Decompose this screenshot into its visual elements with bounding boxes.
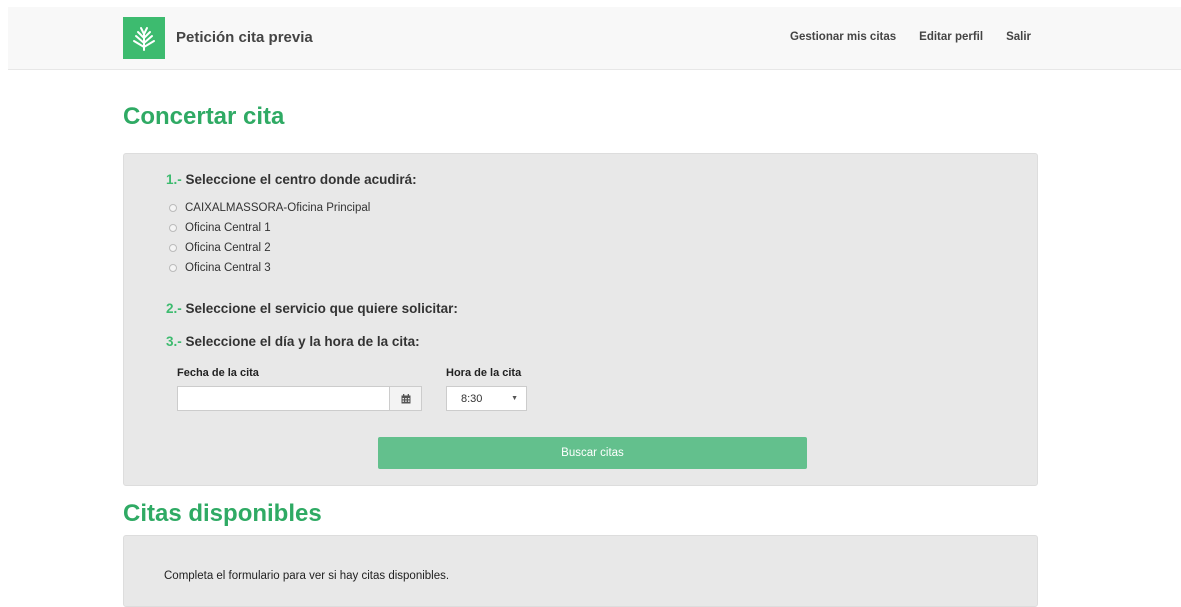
calendar-icon: [401, 393, 410, 403]
center-option[interactable]: CAIXALMASSORA-Oficina Principal: [169, 198, 370, 218]
radio-button[interactable]: [169, 244, 177, 252]
step-3-number: 3.-: [166, 334, 182, 349]
center-option[interactable]: Oficina Central 3: [169, 258, 370, 278]
nav-logout[interactable]: Salir: [1006, 31, 1031, 43]
step-2-label: Seleccione el servicio que quiere solici…: [185, 301, 458, 316]
results-message: Completa el formulario para ver si hay c…: [164, 570, 450, 582]
calendar-button[interactable]: [390, 386, 422, 411]
step-1-number: 1.-: [166, 172, 182, 187]
step-1-heading: 1.- Seleccione el centro donde acudirá:: [166, 172, 417, 187]
step-3-heading: 3.- Seleccione el día y la hora de la ci…: [166, 334, 420, 349]
radio-button[interactable]: [169, 204, 177, 212]
nav-links: Gestionar mis citas Editar perfil Salir: [767, 31, 1031, 43]
center-option-label[interactable]: CAIXALMASSORA-Oficina Principal: [185, 202, 370, 214]
step-2-number: 2.-: [166, 301, 182, 316]
time-select[interactable]: 8:30 ▼: [446, 386, 527, 411]
center-radio-group: CAIXALMASSORA-Oficina Principal Oficina …: [169, 198, 370, 278]
nav-manage-appointments[interactable]: Gestionar mis citas: [790, 31, 896, 43]
nav-edit-profile[interactable]: Editar perfil: [919, 31, 983, 43]
center-option-label[interactable]: Oficina Central 3: [185, 262, 271, 274]
center-option-label[interactable]: Oficina Central 1: [185, 222, 271, 234]
search-appointments-button[interactable]: Buscar citas: [378, 437, 807, 469]
app-title[interactable]: Petición cita previa: [176, 29, 313, 46]
time-select-value: 8:30: [461, 392, 483, 405]
appointment-form-panel: 1.- Seleccione el centro donde acudirá: …: [123, 153, 1038, 486]
chevron-down-icon: ▼: [511, 395, 518, 402]
step-2-heading: 2.- Seleccione el servicio que quiere so…: [166, 301, 458, 316]
step-1-label: Seleccione el centro donde acudirá:: [185, 172, 417, 187]
date-label: Fecha de la cita: [177, 367, 259, 379]
center-option[interactable]: Oficina Central 2: [169, 238, 370, 258]
step-3-label: Seleccione el día y la hora de la cita:: [185, 334, 420, 349]
center-option[interactable]: Oficina Central 1: [169, 218, 370, 238]
radio-button[interactable]: [169, 264, 177, 272]
results-panel: Completa el formulario para ver si hay c…: [123, 535, 1038, 607]
date-input[interactable]: [177, 386, 390, 411]
radio-button[interactable]: [169, 224, 177, 232]
center-option-label[interactable]: Oficina Central 2: [185, 242, 271, 254]
page-title: Concertar cita: [123, 103, 285, 130]
results-title: Citas disponibles: [123, 500, 322, 527]
top-navbar: Petición cita previa Gestionar mis citas…: [8, 7, 1181, 70]
time-label: Hora de la cita: [446, 367, 522, 379]
wheat-logo-icon[interactable]: [123, 17, 165, 59]
